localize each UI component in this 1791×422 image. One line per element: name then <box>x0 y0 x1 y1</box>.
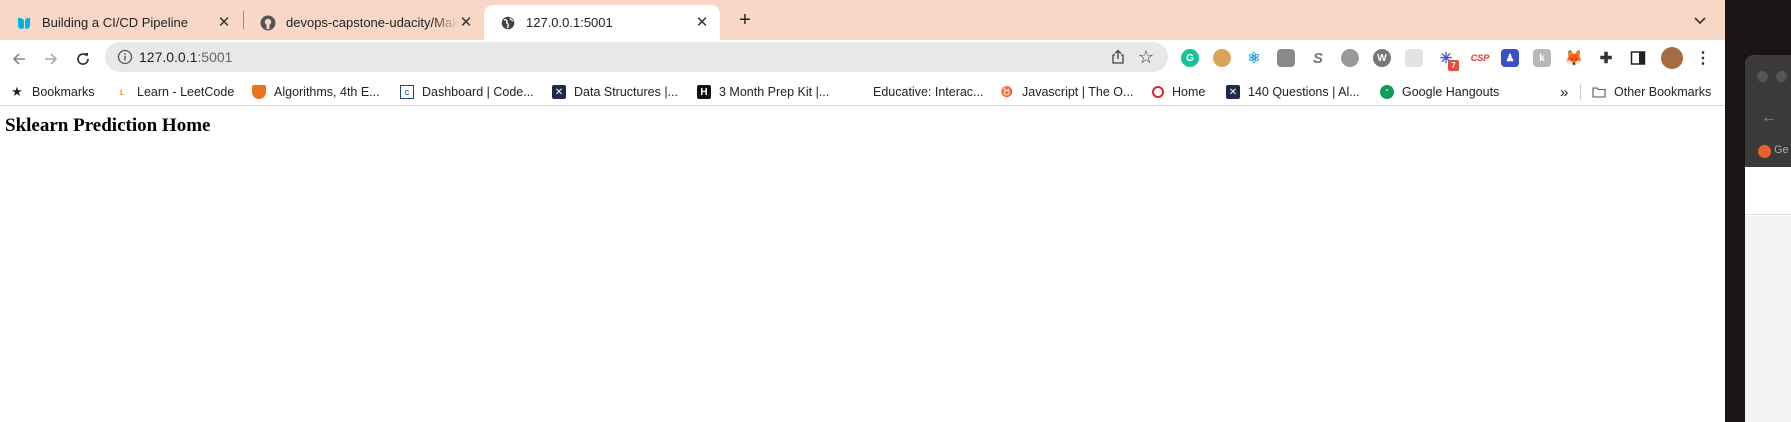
close-tab-icon[interactable]: ✕ <box>458 14 474 31</box>
second-browser-window[interactable]: ← Ge <box>1745 55 1791 422</box>
s-extension-icon[interactable]: S <box>1309 49 1327 67</box>
gear-extension-icon[interactable] <box>1341 49 1359 67</box>
tab-title: Building a CI/CD Pipeline <box>42 15 188 30</box>
forward-arrow-icon[interactable] <box>40 48 62 70</box>
second-window-body <box>1745 216 1791 422</box>
toolbar: 127.0.0.1:5001 ☆ G ⚛ S W ✳ 7 CSP ♟ k 🦊 ✚ … <box>0 40 1725 78</box>
csp-extension-icon[interactable]: CSP <box>1469 49 1491 67</box>
bookmark-140-questions[interactable]: ✕ 140 Questions | Al... <box>1226 83 1360 101</box>
bookmark-label: Javascript | The O... <box>1022 85 1134 99</box>
tab-localhost[interactable]: 127.0.0.1:5001 ✕ <box>484 5 720 40</box>
avatar[interactable] <box>1661 47 1683 69</box>
tab-udacity[interactable]: Building a CI/CD Pipeline ✕ <box>0 5 242 40</box>
leetcode-icon: ʟ <box>119 86 125 98</box>
bookmark-algorithms[interactable]: Algorithms, 4th E... <box>252 83 380 101</box>
bookmark-leetcode[interactable]: ʟ Learn - LeetCode <box>115 83 235 101</box>
menu-kebab-icon[interactable]: ⋮ <box>1694 49 1712 67</box>
url-text: 127.0.0.1:5001 <box>139 49 232 65</box>
javascript-info-icon: ♉ <box>1000 86 1014 98</box>
address-bar[interactable]: 127.0.0.1:5001 ☆ <box>105 42 1168 72</box>
folder-icon <box>1592 85 1606 99</box>
share-icon[interactable] <box>1110 49 1126 65</box>
puzzle-extensions-icon[interactable]: ✚ <box>1597 49 1615 67</box>
second-window-tab-text: Ge <box>1774 144 1789 156</box>
grid-extension-icon[interactable] <box>1405 49 1423 67</box>
close-tab-icon[interactable]: ✕ <box>694 14 710 31</box>
bookmark-star-icon[interactable]: ☆ <box>1136 47 1156 67</box>
back-arrow-icon[interactable]: ← <box>1761 109 1777 127</box>
bookmark-dashboard[interactable]: c Dashboard | Code... <box>400 83 534 101</box>
window-control-dot[interactable] <box>1757 71 1768 82</box>
back-arrow-icon[interactable] <box>8 48 30 70</box>
second-window-chrome: ← Ge <box>1745 55 1791 167</box>
url-port: :5001 <box>197 49 233 65</box>
udacity-icon <box>16 15 32 31</box>
tab-search-chevron-icon[interactable] <box>1690 10 1710 30</box>
tab-github[interactable]: devops-capstone-udacity/Makefile ✕ <box>244 5 484 40</box>
grammarly-icon[interactable]: G <box>1181 49 1199 67</box>
reload-icon[interactable] <box>72 48 94 70</box>
princeton-shield-icon <box>252 85 266 99</box>
bookmark-label: 3 Month Prep Kit |... <box>719 85 830 99</box>
bookmark-label: Data Structures |... <box>574 85 678 99</box>
star-icon: ★ <box>11 84 23 99</box>
bookmark-other-bookmarks[interactable]: Other Bookmarks <box>1592 83 1711 101</box>
close-tab-icon[interactable]: ✕ <box>216 14 232 31</box>
new-tab-button[interactable]: + <box>733 8 757 32</box>
sparkle-extension-icon[interactable]: ✳ 7 <box>1437 49 1459 71</box>
x-logo-icon: ✕ <box>552 85 566 99</box>
bookmark-label: Home <box>1172 85 1206 99</box>
bookmarks-bar: ★ Bookmarks ʟ Learn - LeetCode Algorithm… <box>0 78 1725 106</box>
metamask-fox-icon[interactable]: 🦊 <box>1565 49 1583 67</box>
second-window-toolbar <box>1745 167 1791 215</box>
bookmark-label: Bookmarks <box>32 85 95 99</box>
bookmark-label: Other Bookmarks <box>1614 85 1712 99</box>
bookmark-label: Learn - LeetCode <box>137 85 235 99</box>
bookmark-educative[interactable]: Educative: Interac... <box>873 83 983 101</box>
page-content: Sklearn Prediction Home <box>0 107 1725 422</box>
x-logo-icon: ✕ <box>1226 85 1240 99</box>
bookmark-home[interactable]: Home <box>1152 83 1205 101</box>
tab-title: devops-capstone-udacity/Makefile <box>286 15 458 30</box>
tab-strip: Building a CI/CD Pipeline ✕ devops-capst… <box>0 0 1725 40</box>
hangouts-icon: " <box>1380 85 1394 99</box>
codesignal-icon: c <box>400 85 414 99</box>
side-panel-icon[interactable] <box>1629 49 1647 67</box>
tab-title: 127.0.0.1:5001 <box>526 15 613 30</box>
bookmark-javascript[interactable]: ♉ Javascript | The O... <box>1000 83 1134 101</box>
page-title: Sklearn Prediction Home <box>5 115 211 136</box>
bookmark-data-structures[interactable]: ✕ Data Structures |... <box>552 83 678 101</box>
home-site-icon <box>1152 86 1164 98</box>
bookmark-prep-kit[interactable]: H 3 Month Prep Kit |... <box>697 83 829 101</box>
hackerrank-icon: H <box>697 85 711 99</box>
image-extension-icon[interactable] <box>1277 49 1295 67</box>
bookmark-bookmarks[interactable]: ★ Bookmarks <box>10 83 95 101</box>
cookie-icon[interactable] <box>1213 49 1231 67</box>
github-icon <box>260 15 276 31</box>
react-devtools-icon[interactable]: ⚛ <box>1245 49 1263 67</box>
badge-count: 7 <box>1448 60 1459 71</box>
browser-window: Building a CI/CD Pipeline ✕ devops-capst… <box>0 0 1725 422</box>
url-host: 127.0.0.1 <box>139 49 198 65</box>
person-extension-icon[interactable]: ♟ <box>1501 49 1519 67</box>
k-extension-icon[interactable]: k <box>1533 49 1551 67</box>
globe-icon <box>500 15 516 31</box>
wordpress-icon[interactable]: W <box>1373 49 1391 67</box>
bookmark-label: Algorithms, 4th E... <box>274 85 380 99</box>
window-control-dot[interactable] <box>1776 71 1787 82</box>
bookmark-label: Google Hangouts <box>1402 85 1500 99</box>
bookmark-google-hangouts[interactable]: " Google Hangouts <box>1380 83 1499 101</box>
bookmark-label: Educative: Interac... <box>873 85 984 99</box>
bookmark-label: Dashboard | Code... <box>422 85 534 99</box>
firefox-icon <box>1758 145 1771 158</box>
bookmarks-divider <box>1580 84 1581 100</box>
site-info-icon[interactable] <box>117 49 133 65</box>
bookmarks-overflow-button[interactable]: » <box>1560 83 1568 101</box>
bookmark-label: 140 Questions | Al... <box>1248 85 1360 99</box>
